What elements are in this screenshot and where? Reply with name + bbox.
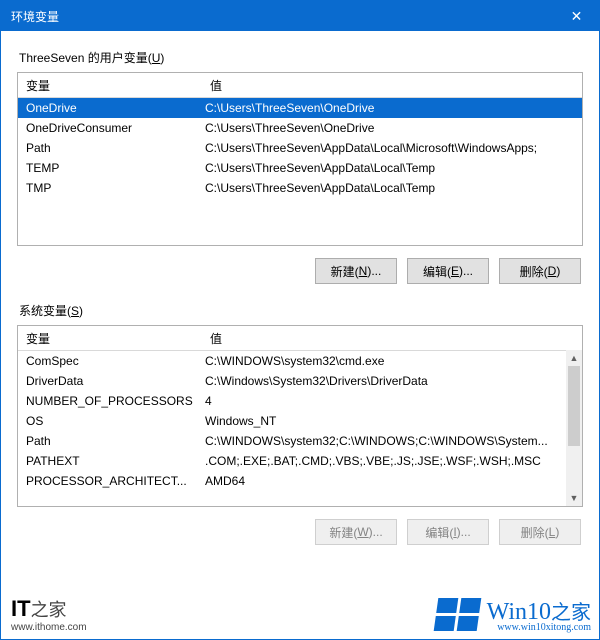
col-value[interactable]: 值 [202,73,582,97]
table-row[interactable]: PathC:\Users\ThreeSeven\AppData\Local\Mi… [18,138,582,158]
cell-name: Path [18,434,201,448]
cell-value: C:\Users\ThreeSeven\OneDrive [201,101,582,115]
user-edit-button[interactable]: 编辑(E)... [407,258,489,284]
watermark-right: Win10之家 www.win10xitong.com [436,596,591,633]
col-variable[interactable]: 变量 [18,326,202,350]
sys-new-button[interactable]: 新建(W)... [315,519,397,545]
close-button[interactable]: ✕ [554,1,599,31]
cell-value: 4 [201,394,582,408]
cell-name: OneDrive [18,101,201,115]
cell-value: C:\WINDOWS\system32\cmd.exe [201,354,582,368]
user-vars-table[interactable]: 变量 值 OneDriveC:\Users\ThreeSeven\OneDriv… [17,72,583,246]
titlebar[interactable]: 环境变量 ✕ [1,1,599,31]
cell-value: AMD64 [201,474,582,488]
cell-name: DriverData [18,374,201,388]
cell-name: NUMBER_OF_PROCESSORS [18,394,201,408]
table-row[interactable]: DriverDataC:\Windows\System32\Drivers\Dr… [18,371,582,391]
table-row[interactable]: PROCESSOR_ARCHITECT...AMD64 [18,471,582,491]
close-icon: ✕ [571,8,583,25]
cell-name: PROCESSOR_ARCHITECT... [18,474,201,488]
user-delete-button[interactable]: 删除(D) [499,258,581,284]
table-row[interactable]: OSWindows_NT [18,411,582,431]
cell-value: C:\Users\ThreeSeven\AppData\Local\Micros… [201,141,582,155]
user-header[interactable]: 变量 值 [18,73,582,98]
sys-buttons: 新建(W)... 编辑(I)... 删除(L) [17,519,581,545]
window-title: 环境变量 [11,8,59,25]
cell-value: .COM;.EXE;.BAT;.CMD;.VBS;.VBE;.JS;.JSE;.… [201,454,582,468]
cell-name: OneDriveConsumer [18,121,201,135]
env-vars-dialog: 环境变量 ✕ ThreeSeven 的用户变量(U) 变量 值 OneDrive… [0,0,600,640]
user-vars-label: ThreeSeven 的用户变量(U) [19,49,583,66]
user-new-button[interactable]: 新建(N)... [315,258,397,284]
sys-vars-label: 系统变量(S) [19,302,583,319]
table-row[interactable]: PathC:\WINDOWS\system32;C:\WINDOWS;C:\WI… [18,431,582,451]
scroll-thumb[interactable] [568,366,580,446]
cell-value: C:\WINDOWS\system32;C:\WINDOWS;C:\WINDOW… [201,434,582,448]
table-row[interactable]: TEMPC:\Users\ThreeSeven\AppData\Local\Te… [18,158,582,178]
col-variable[interactable]: 变量 [18,73,202,97]
user-buttons: 新建(N)... 编辑(E)... 删除(D) [17,258,581,284]
cell-value: C:\Users\ThreeSeven\AppData\Local\Temp [201,161,582,175]
windows-logo-icon [433,598,481,631]
sys-vars-table[interactable]: 变量 值 ComSpecC:\WINDOWS\system32\cmd.exeD… [17,325,583,507]
table-row[interactable]: PATHEXT.COM;.EXE;.BAT;.CMD;.VBS;.VBE;.JS… [18,451,582,471]
cell-name: ComSpec [18,354,201,368]
sys-edit-button[interactable]: 编辑(I)... [407,519,489,545]
cell-name: Path [18,141,201,155]
table-row[interactable]: OneDriveConsumerC:\Users\ThreeSeven\OneD… [18,118,582,138]
cell-value: C:\Users\ThreeSeven\OneDrive [201,121,582,135]
cell-name: TMP [18,181,201,195]
watermark-right-url: www.win10xitong.com [487,622,591,633]
cell-name: TEMP [18,161,201,175]
cell-value: Windows_NT [201,414,582,428]
col-value[interactable]: 值 [202,326,582,350]
cell-value: C:\Users\ThreeSeven\AppData\Local\Temp [201,181,582,195]
sys-delete-button[interactable]: 删除(L) [499,519,581,545]
scroll-down-icon[interactable]: ▼ [566,490,582,506]
cell-name: PATHEXT [18,454,201,468]
scroll-up-icon[interactable]: ▲ [566,350,582,366]
watermark-left: IT之家 www.ithome.com [11,596,87,633]
dialog-body: ThreeSeven 的用户变量(U) 变量 值 OneDriveC:\User… [1,31,599,545]
sys-header[interactable]: 变量 值 [18,326,582,351]
table-row[interactable]: ComSpecC:\WINDOWS\system32\cmd.exe [18,351,582,371]
scroll-track[interactable] [566,366,582,490]
watermark-left-url: www.ithome.com [11,622,87,633]
table-row[interactable]: TMPC:\Users\ThreeSeven\AppData\Local\Tem… [18,178,582,198]
table-row[interactable]: OneDriveC:\Users\ThreeSeven\OneDrive [18,98,582,118]
cell-name: OS [18,414,201,428]
table-row[interactable]: NUMBER_OF_PROCESSORS4 [18,391,582,411]
sys-scrollbar[interactable]: ▲ ▼ [566,350,582,506]
cell-value: C:\Windows\System32\Drivers\DriverData [201,374,582,388]
